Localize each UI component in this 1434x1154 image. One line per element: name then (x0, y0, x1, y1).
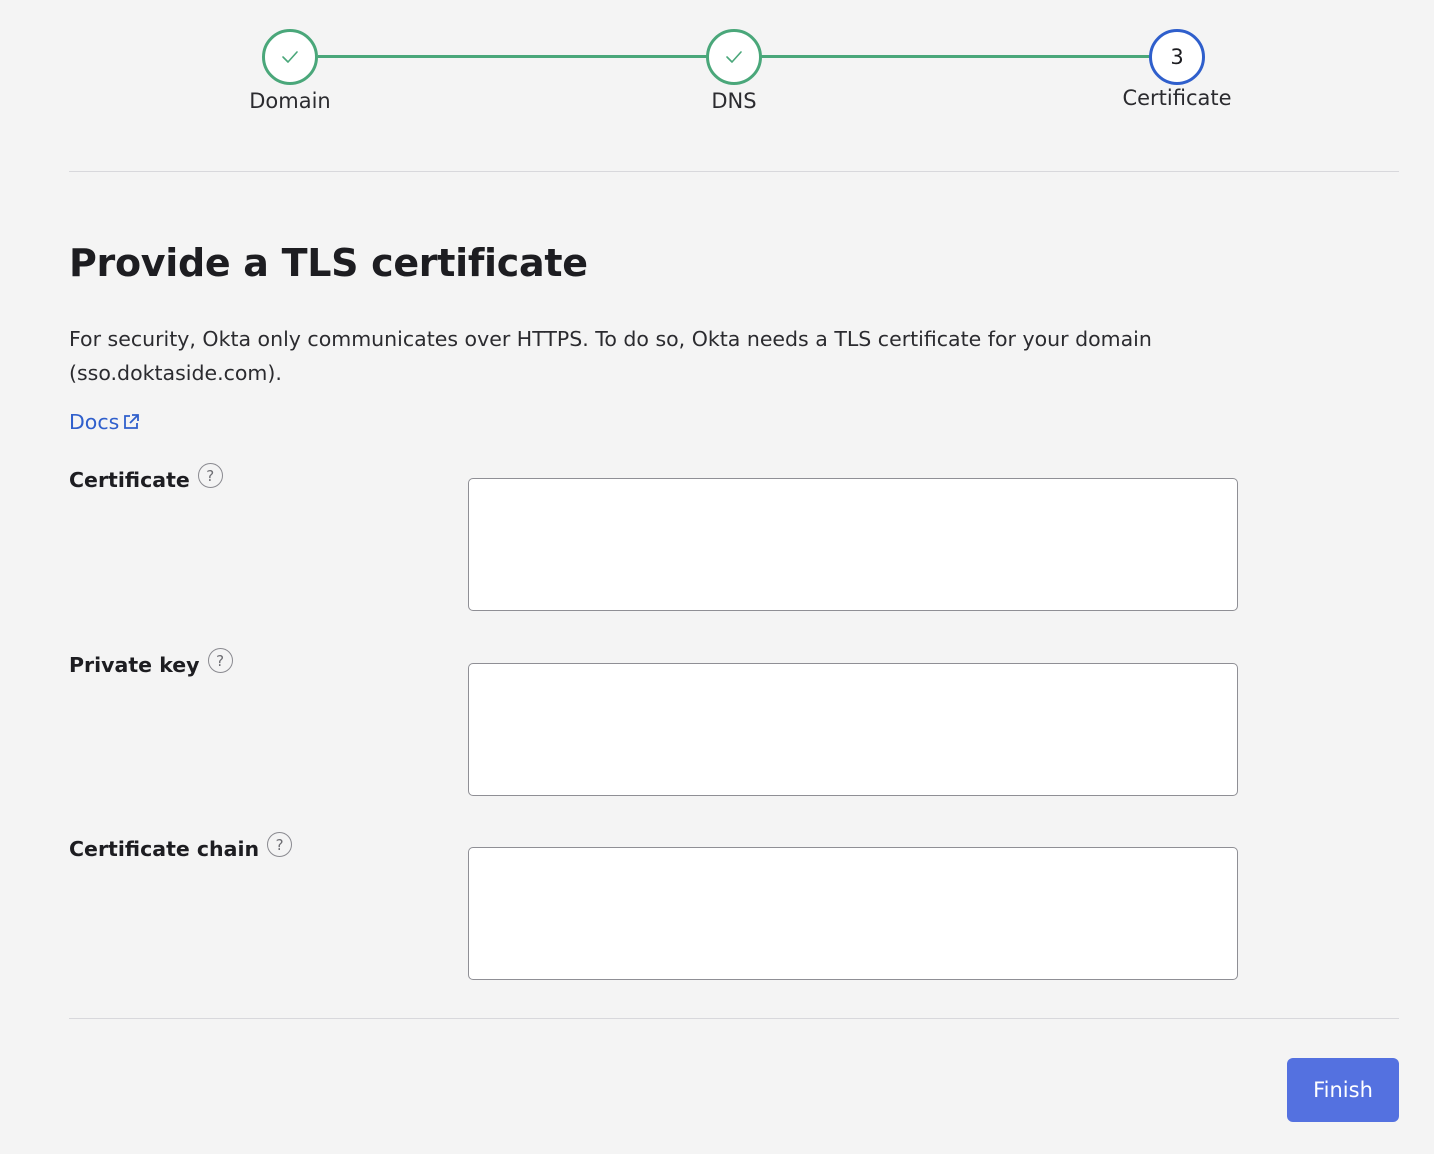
progress-stepper: Domain DNS 3 Certificate (0, 0, 1434, 130)
certificate-label: Certificate ? (69, 463, 223, 492)
step-label-dns: DNS (711, 89, 757, 113)
help-icon[interactable]: ? (267, 832, 293, 857)
top-divider (69, 171, 1399, 172)
certificate-input[interactable] (468, 478, 1238, 611)
certificate-label-text: Certificate (69, 467, 190, 492)
docs-link-label: Docs (69, 410, 120, 434)
step-complete-indicator (262, 29, 318, 85)
docs-link[interactable]: Docs (69, 410, 141, 434)
external-link-icon (124, 414, 140, 429)
certificate-chain-input[interactable] (468, 847, 1238, 980)
step-label-domain: Domain (249, 89, 331, 113)
page-title: Provide a TLS certificate (69, 241, 588, 285)
help-icon[interactable]: ? (197, 463, 223, 488)
step-number-indicator: 3 (1149, 29, 1205, 85)
check-icon (726, 51, 742, 63)
step-dns[interactable]: DNS (706, 29, 762, 113)
help-icon[interactable]: ? (207, 648, 233, 673)
step-label-certificate: Certificate (1122, 86, 1232, 110)
page-description: For security, Okta only communicates ove… (69, 327, 1152, 385)
private-key-label-text: Private key (69, 652, 200, 677)
private-key-input[interactable] (468, 663, 1238, 796)
custom-domain-wizard: Domain DNS 3 Certificate Provide a TLS c… (0, 0, 1434, 1154)
private-key-label: Private key ? (69, 648, 233, 677)
step-connector-1 (318, 55, 708, 58)
bottom-divider (69, 1018, 1399, 1019)
certificate-chain-label: Certificate chain ? (69, 832, 293, 861)
step-complete-indicator (706, 29, 762, 85)
finish-button[interactable]: Finish (1287, 1058, 1399, 1122)
certificate-chain-label-text: Certificate chain (69, 836, 260, 861)
step-connector-2 (761, 55, 1151, 58)
check-icon (282, 51, 298, 63)
step-certificate[interactable]: 3 Certificate (1122, 29, 1232, 110)
step-domain[interactable]: Domain (249, 29, 331, 113)
